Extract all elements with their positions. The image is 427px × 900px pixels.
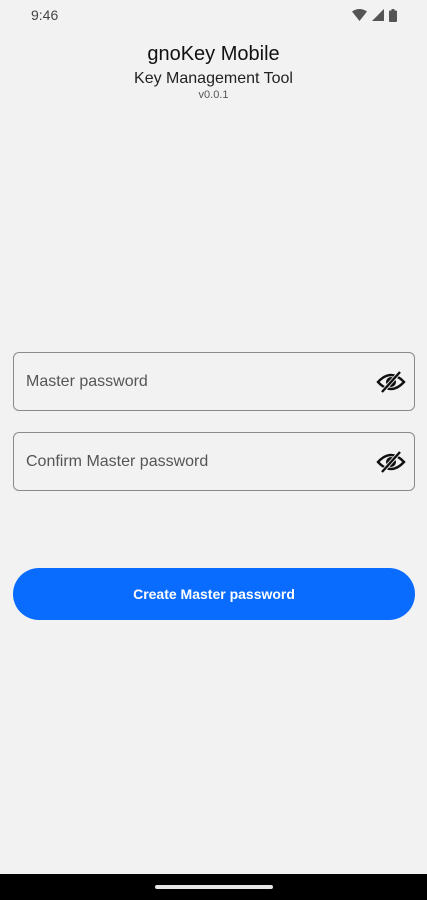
master-password-field[interactable] <box>13 352 415 411</box>
app-version: v0.0.1 <box>198 89 229 101</box>
system-nav-bar <box>0 874 427 900</box>
status-time: 9:46 <box>31 7 59 23</box>
create-master-password-button[interactable]: Create Master password <box>13 568 415 620</box>
wifi-icon <box>352 9 367 21</box>
master-password-input[interactable] <box>26 372 374 391</box>
confirm-password-field[interactable] <box>13 432 415 491</box>
app-subtitle: Key Management Tool <box>134 70 293 87</box>
battery-icon <box>389 8 397 22</box>
app-header: gnoKey Mobile Key Management Tool v0.0.1 <box>0 42 427 102</box>
home-indicator[interactable] <box>154 885 273 889</box>
app-title: gnoKey Mobile <box>147 43 280 65</box>
status-icons <box>352 8 397 22</box>
confirm-password-input[interactable] <box>26 452 374 471</box>
eye-off-icon[interactable] <box>374 445 408 479</box>
screen: 9:46 gnoKey Mobile Key Management Tool v… <box>0 0 427 900</box>
cell-signal-icon <box>372 9 384 21</box>
eye-off-icon[interactable] <box>374 365 408 399</box>
status-bar: 9:46 <box>0 0 427 30</box>
